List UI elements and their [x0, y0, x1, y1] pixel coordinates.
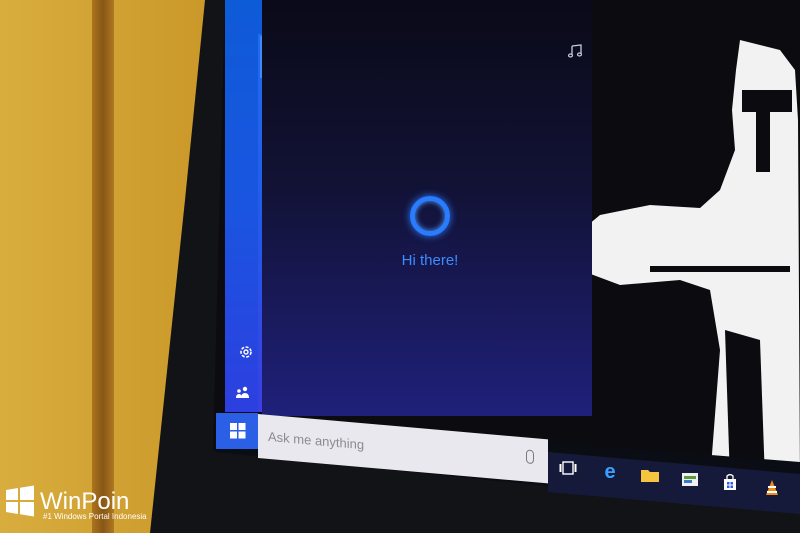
- music-note-icon[interactable]: [565, 42, 585, 60]
- edge-icon[interactable]: e: [598, 461, 622, 483]
- watermark-subtitle: #1 Windows Portal Indonesia: [43, 512, 147, 521]
- feedback-icon[interactable]: [232, 382, 254, 402]
- store-icon[interactable]: [678, 469, 702, 489]
- wallpaper-art: [570, 40, 800, 480]
- start-button[interactable]: [216, 413, 258, 449]
- microphone-icon[interactable]: [526, 449, 534, 465]
- search-input[interactable]: Ask me anything: [268, 429, 364, 452]
- file-explorer-icon[interactable]: [638, 465, 662, 485]
- gear-icon[interactable]: [236, 342, 256, 362]
- windows-logo-icon: [230, 423, 246, 439]
- vlc-icon[interactable]: [760, 478, 784, 498]
- cortana-greeting: Hi there!: [401, 252, 459, 269]
- task-view-icon[interactable]: [556, 458, 580, 478]
- cortana-circle-icon: [410, 196, 450, 236]
- windows-store-bag-icon[interactable]: [718, 472, 742, 492]
- photo-scene: Hi there! Ask me anything e WinPoin #1 W…: [0, 0, 800, 533]
- background-pole: [92, 0, 114, 533]
